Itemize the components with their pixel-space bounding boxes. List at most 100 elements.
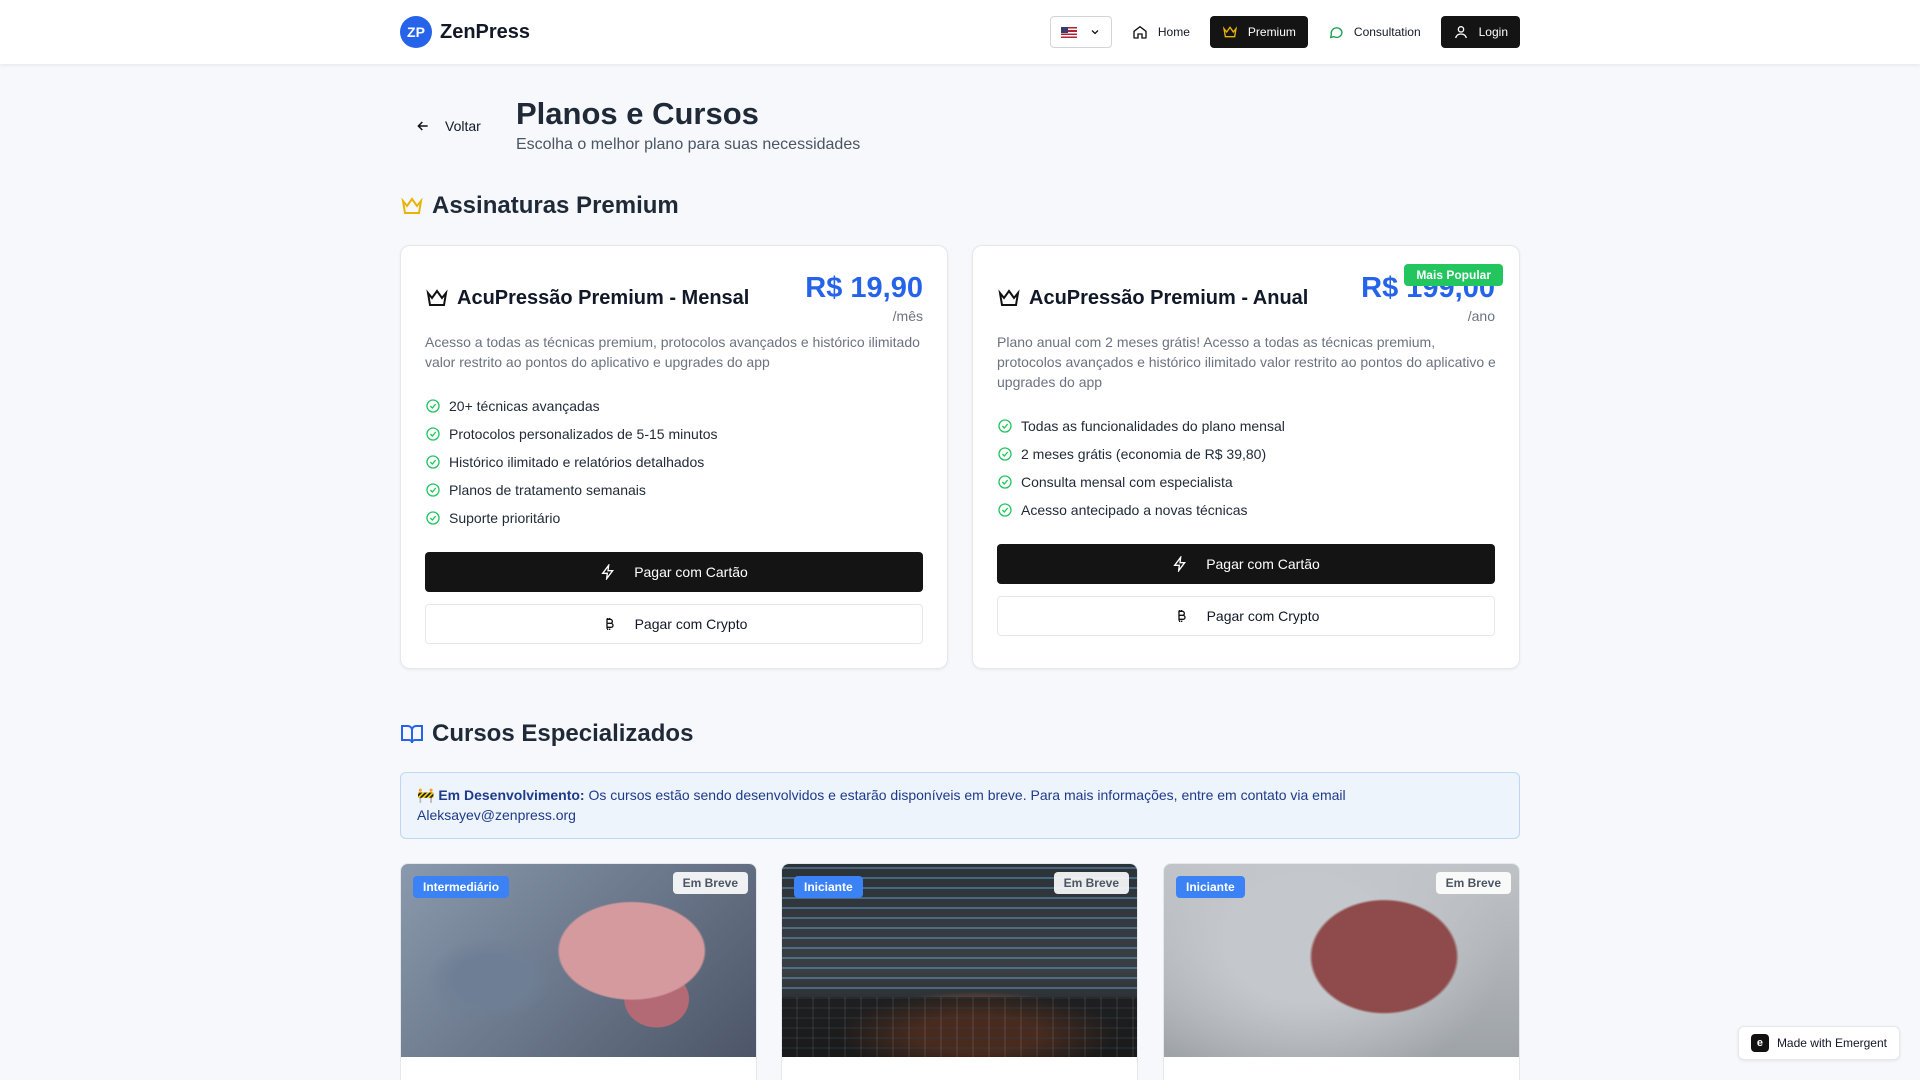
check-circle-icon (998, 447, 1012, 461)
chat-bubble-icon (1329, 27, 1343, 39)
feature-item: 2 meses grátis (economia de R$ 39,80) (997, 440, 1285, 468)
login-button[interactable]: Login (1440, 16, 1520, 48)
coming-soon-badge: Em Breve (672, 872, 748, 894)
notice-heading: Em Desenvolvimento: (438, 787, 585, 803)
main-nav: Home Premium Consultation Login (1049, 16, 1520, 48)
coming-soon-badge: Em Breve (1053, 872, 1129, 894)
feature-item: Acesso antecipado a novas técnicas (997, 496, 1285, 524)
feature-item: Histórico ilimitado e relatórios detalha… (425, 448, 718, 476)
back-label: Voltar (445, 118, 481, 134)
user-icon (1454, 26, 1467, 39)
check-circle-icon (426, 455, 440, 469)
plan-description: Plano anual com 2 meses grátis! Acesso a… (997, 334, 1496, 390)
plan-feature-list: Todas as funcionalidades do plano mensal… (997, 412, 1285, 524)
pay-crypto-label: Pagar com Crypto (634, 616, 748, 632)
login-label: Login (1478, 25, 1508, 39)
level-badge: Iniciante (794, 876, 863, 898)
top-navbar: ZP ZenPress Home Premium Consultation Lo… (0, 0, 1920, 64)
feature-label: Suporte prioritário (449, 510, 561, 526)
feature-label: Protocolos personalizados de 5-15 minuto… (449, 426, 718, 442)
crown-icon (426, 289, 448, 306)
lightning-icon (601, 564, 615, 580)
check-circle-icon (426, 511, 440, 525)
plan-title: AcuPressão Premium - Anual (997, 286, 1308, 310)
nav-premium-label: Premium (1247, 25, 1296, 39)
feature-label: Histórico ilimitado e relatórios detalha… (449, 454, 705, 470)
plan-card-annual: AcuPressão Premium - Anual R$ 199,00 Mai… (972, 245, 1520, 669)
brand[interactable]: ZP ZenPress (400, 16, 530, 48)
feature-item: Suporte prioritário (425, 504, 718, 532)
chevron-down-icon (1091, 30, 1099, 35)
check-circle-icon (998, 475, 1012, 489)
nav-home-label: Home (1157, 25, 1190, 39)
construction-icon: 🚧 (417, 787, 435, 803)
check-circle-icon (426, 483, 440, 497)
pay-crypto-button[interactable]: Pagar com Crypto (997, 596, 1495, 636)
feature-label: Planos de tratamento semanais (449, 482, 646, 498)
most-popular-badge: Mais Popular (1404, 264, 1503, 286)
check-circle-icon (426, 427, 440, 441)
feature-label: Acesso antecipado a novas técnicas (1021, 502, 1248, 518)
brand-name: ZenPress (440, 20, 531, 43)
feature-item: Planos de tratamento semanais (425, 476, 718, 504)
check-circle-icon (426, 399, 440, 413)
premium-section-title: Assinaturas Premium (400, 192, 679, 220)
feature-label: 20+ técnicas avançadas (449, 398, 600, 414)
brand-logo: ZP (400, 16, 432, 48)
plan-title: AcuPressão Premium - Mensal (425, 286, 749, 310)
crown-icon (1222, 26, 1237, 38)
courses-section-label: Cursos Especializados (432, 720, 694, 747)
made-with-emergent-badge[interactable]: e Made with Emergent (1737, 1026, 1900, 1060)
pay-card-label: Pagar com Cartão (1206, 556, 1320, 572)
feature-label: 2 meses grátis (economia de R$ 39,80) (1021, 446, 1267, 462)
coming-soon-badge: Em Breve (1435, 872, 1511, 894)
bitcoin-icon (605, 618, 614, 630)
back-button[interactable]: Voltar (415, 118, 481, 134)
home-icon (1133, 25, 1147, 39)
feature-label: Consulta mensal com especialista (1021, 474, 1233, 490)
feature-item: Protocolos personalizados de 5-15 minuto… (425, 420, 718, 448)
feature-label: Todas as funcionalidades do plano mensal (1021, 418, 1285, 434)
pay-crypto-label: Pagar com Crypto (1206, 608, 1320, 624)
made-with-label: Made with Emergent (1776, 1036, 1887, 1050)
course-card[interactable]: Iniciante Em Breve (1163, 863, 1520, 1080)
course-card[interactable]: Intermediário Em Breve (400, 863, 757, 1080)
feature-item: Consulta mensal com especialista (997, 468, 1285, 496)
crown-icon (998, 289, 1020, 306)
level-badge: Intermediário (413, 876, 510, 898)
page-subtitle: Escolha o melhor plano para suas necessi… (516, 136, 861, 153)
plan-name: AcuPressão Premium - Mensal (457, 286, 750, 309)
development-notice: 🚧 Em Desenvolvimento: Os cursos estão se… (400, 772, 1520, 839)
arrow-left-icon (417, 121, 428, 131)
page-title: Planos e Cursos (516, 96, 759, 131)
crown-icon (401, 197, 423, 214)
pay-card-button[interactable]: Pagar com Cartão (997, 544, 1495, 584)
lightning-icon (1173, 556, 1187, 572)
emergent-logo-icon: e (1750, 1034, 1769, 1052)
plan-period: /mês (892, 308, 923, 324)
check-circle-icon (998, 419, 1012, 433)
plan-period: /ano (1467, 308, 1495, 324)
plan-description: Acesso a todas as técnicas premium, prot… (425, 334, 920, 370)
pay-card-button[interactable]: Pagar com Cartão (425, 552, 923, 592)
plan-feature-list: 20+ técnicas avançadas Protocolos person… (425, 392, 718, 532)
premium-section-label: Assinaturas Premium (432, 192, 679, 219)
course-card[interactable]: Iniciante Em Breve (781, 863, 1138, 1080)
level-badge: Iniciante (1176, 876, 1245, 898)
bitcoin-icon (1177, 610, 1186, 622)
nav-home-button[interactable]: Home (1120, 16, 1202, 48)
feature-item: Todas as funcionalidades do plano mensal (997, 412, 1285, 440)
nav-premium-button[interactable]: Premium (1209, 16, 1308, 48)
nav-consultation-label: Consultation (1353, 25, 1421, 39)
us-flag-icon (1060, 26, 1077, 38)
pay-crypto-button[interactable]: Pagar com Crypto (425, 604, 923, 644)
feature-item: 20+ técnicas avançadas (425, 392, 718, 420)
language-select[interactable] (1049, 16, 1112, 48)
plan-card-monthly: AcuPressão Premium - Mensal R$ 19,90 /mê… (400, 245, 948, 669)
plan-name: AcuPressão Premium - Anual (1029, 286, 1309, 309)
nav-consultation-button[interactable]: Consultation (1316, 16, 1433, 48)
check-circle-icon (998, 503, 1012, 517)
plan-price: R$ 19,90 (805, 272, 923, 304)
courses-section-title: Cursos Especializados (400, 720, 693, 748)
pay-card-label: Pagar com Cartão (634, 564, 748, 580)
